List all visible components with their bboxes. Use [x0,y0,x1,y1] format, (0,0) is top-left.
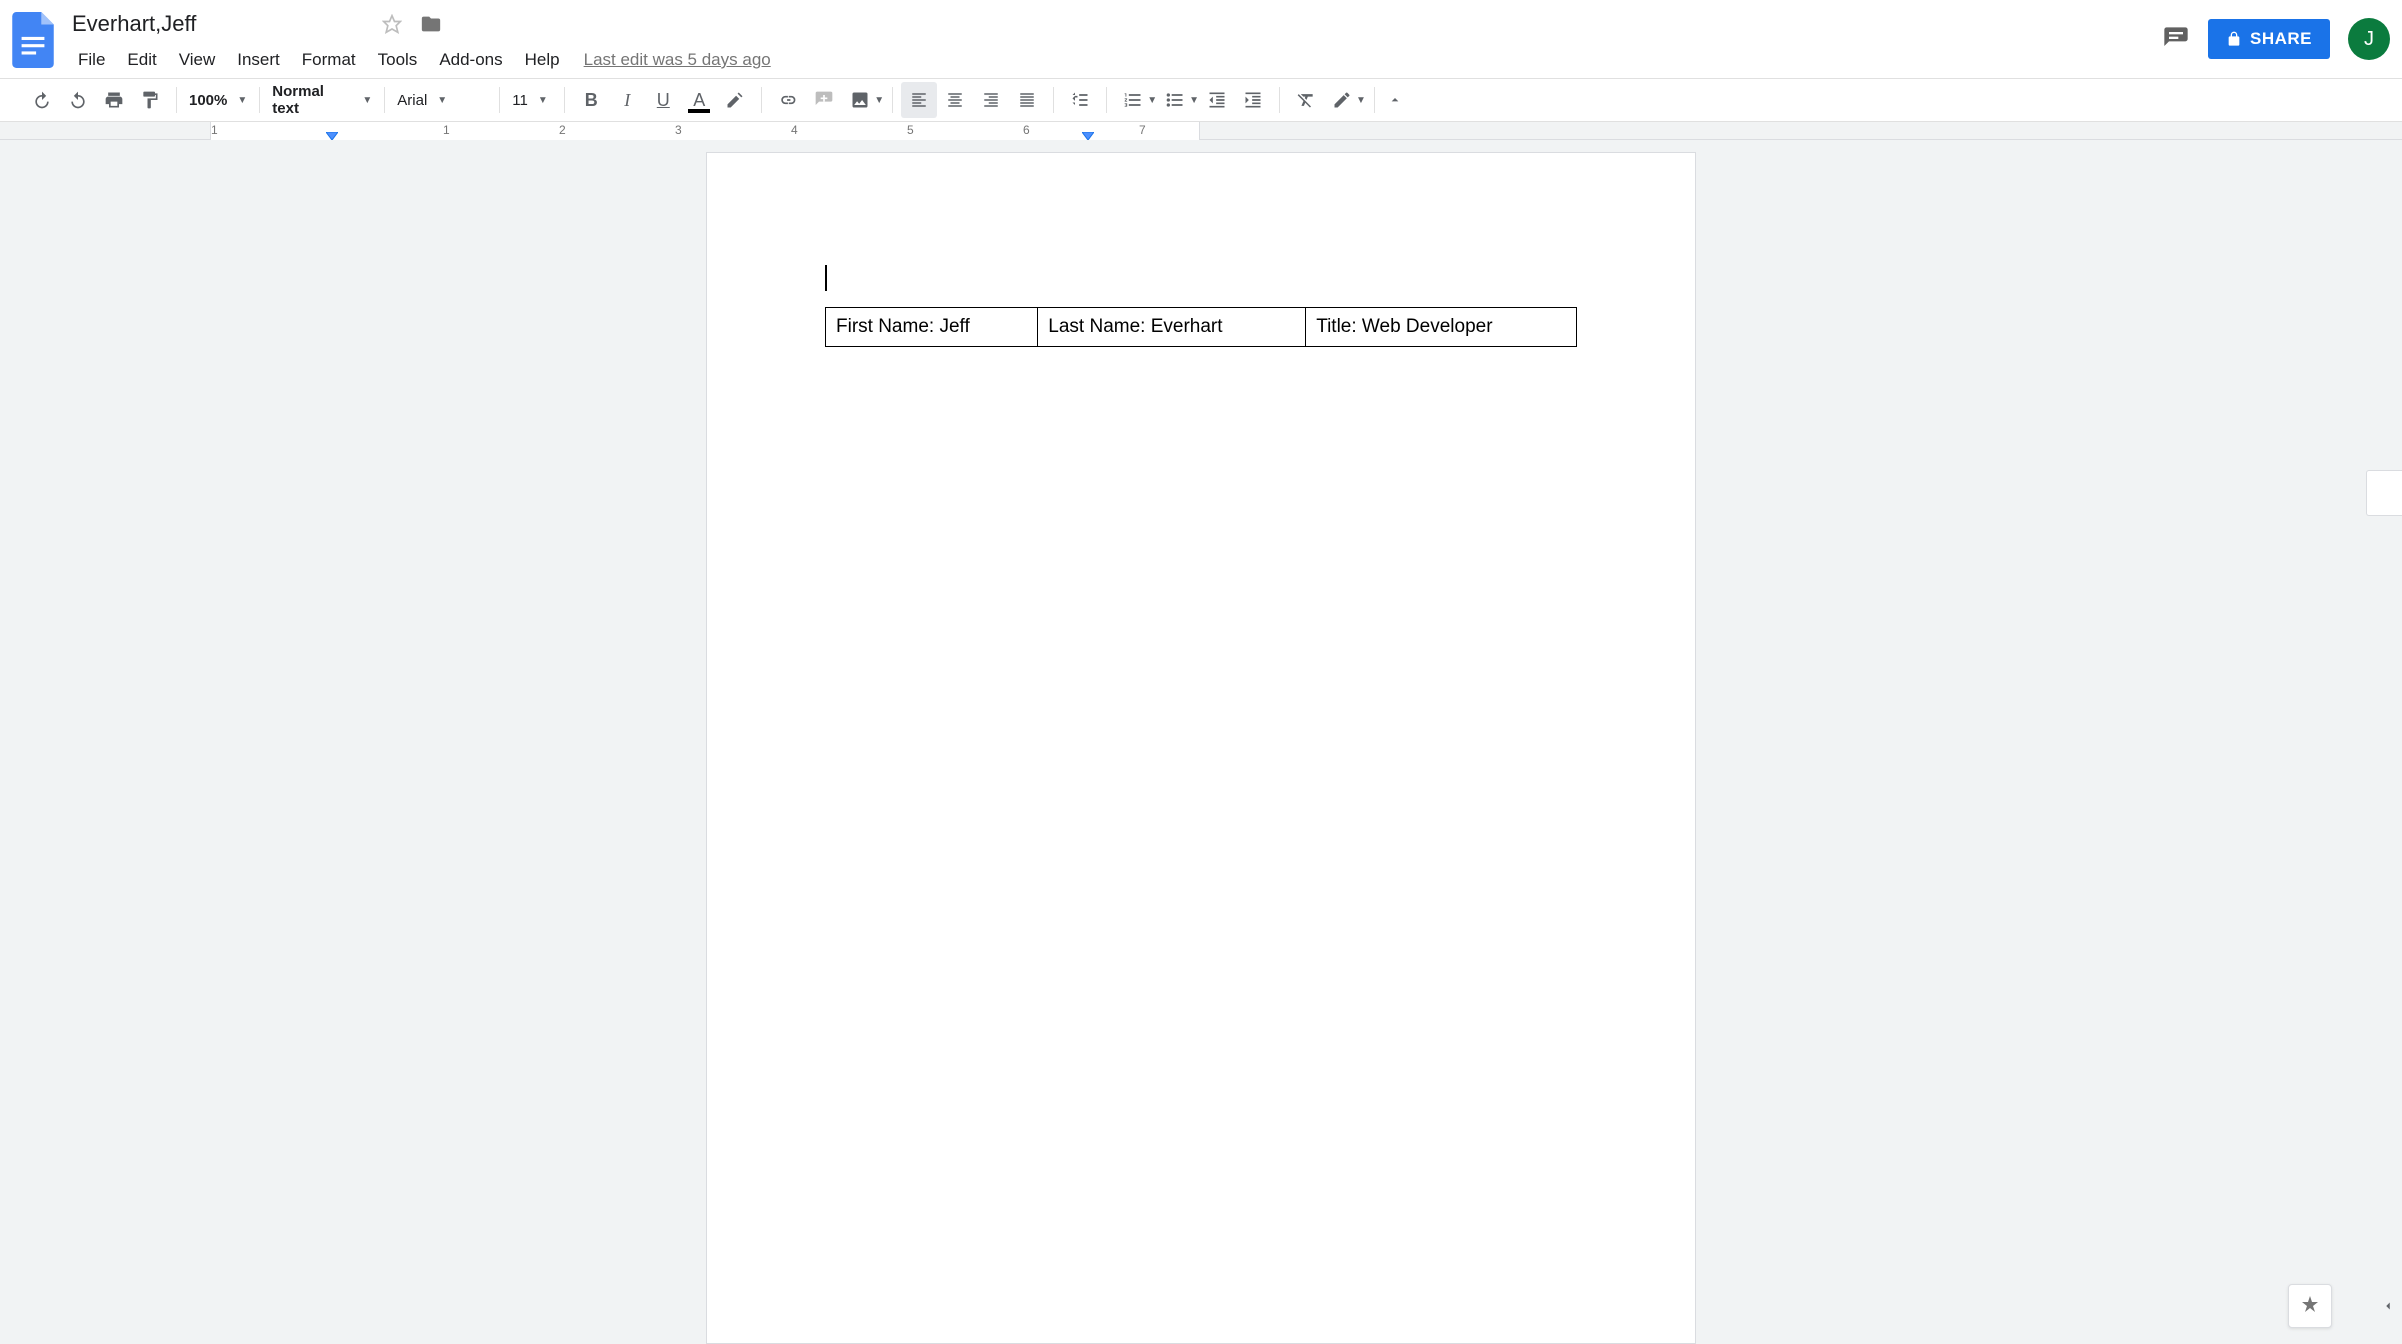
comment-button[interactable] [806,82,842,118]
document-title-input[interactable] [68,9,364,39]
share-label: SHARE [2250,29,2312,49]
highlight-button[interactable] [717,82,753,118]
paint-format-button[interactable] [132,82,168,118]
toolbar: 100% ▼ Normal text ▼ Arial ▼ 11 ▼ B I U … [0,78,2402,122]
collapse-toolbar-button[interactable] [1377,82,1413,118]
ruler-mark: 6 [1023,123,1030,137]
menu-edit[interactable]: Edit [117,45,166,75]
header: File Edit View Insert Format Tools Add-o… [0,0,2402,78]
style-value: Normal text [272,83,352,117]
table-cell[interactable]: Last Name: Everhart [1038,308,1306,347]
explore-button[interactable] [2288,1284,2332,1328]
text-color-button[interactable]: A [681,82,717,118]
avatar-initial: J [2364,28,2374,51]
font-size-value: 11 [512,92,528,109]
docs-logo[interactable] [12,12,54,68]
menu-view[interactable]: View [169,45,226,75]
bold-button[interactable]: B [573,82,609,118]
bulleted-list-button[interactable] [1157,82,1193,118]
underline-button[interactable]: U [645,82,681,118]
increase-indent-button[interactable] [1235,82,1271,118]
comments-icon[interactable] [2162,25,2190,53]
table-row[interactable]: First Name: Jeff Last Name: Everhart Tit… [826,308,1577,347]
table-cell[interactable]: First Name: Jeff [826,308,1038,347]
ruler-mark: 7 [1139,123,1146,137]
table-cell[interactable]: Title: Web Developer [1306,308,1577,347]
font-value: Arial [397,92,427,109]
share-button[interactable]: SHARE [2208,19,2330,59]
align-center-button[interactable] [937,82,973,118]
folder-icon[interactable] [420,13,442,35]
image-button[interactable] [842,82,878,118]
canvas[interactable]: First Name: Jeff Last Name: Everhart Tit… [0,140,2402,1344]
decrease-indent-button[interactable] [1199,82,1235,118]
redo-button[interactable] [60,82,96,118]
ruler[interactable]: 1 1 2 3 4 5 6 7 [0,122,2402,140]
menu-help[interactable]: Help [515,45,570,75]
chevron-down-icon[interactable]: ▼ [1189,95,1199,106]
print-button[interactable] [96,82,132,118]
last-edit-link[interactable]: Last edit was 5 days ago [584,50,771,70]
document-page[interactable]: First Name: Jeff Last Name: Everhart Tit… [706,152,1696,1344]
lock-icon [2226,31,2242,47]
menu-addons[interactable]: Add-ons [429,45,512,75]
italic-button[interactable]: I [609,82,645,118]
editing-mode-button[interactable] [1324,82,1360,118]
ruler-mark: 1 [443,123,450,137]
menu-format[interactable]: Format [292,45,366,75]
chevron-down-icon[interactable]: ▼ [1147,95,1157,106]
ruler-mark: 2 [559,123,566,137]
ruler-mark: 1 [211,123,218,137]
menu-bar: File Edit View Insert Format Tools Add-o… [68,44,2162,76]
ruler-mark: 3 [675,123,682,137]
chevron-down-icon: ▼ [237,95,247,106]
chevron-down-icon[interactable]: ▼ [1356,95,1366,106]
numbered-list-button[interactable] [1115,82,1151,118]
chevron-down-icon: ▼ [538,95,548,106]
font-size-select[interactable]: 11 ▼ [502,82,562,118]
star-icon[interactable] [382,14,402,34]
avatar[interactable]: J [2348,18,2390,60]
zoom-value: 100% [189,92,227,109]
side-tab[interactable] [2366,470,2402,516]
style-select[interactable]: Normal text ▼ [262,82,382,118]
document-table[interactable]: First Name: Jeff Last Name: Everhart Tit… [825,307,1577,347]
link-button[interactable] [770,82,806,118]
chevron-down-icon: ▼ [362,95,372,106]
text-cursor [825,265,827,291]
line-spacing-button[interactable] [1062,82,1098,118]
menu-insert[interactable]: Insert [227,45,290,75]
align-left-button[interactable] [901,82,937,118]
align-right-button[interactable] [973,82,1009,118]
side-panel-toggle[interactable] [2374,1288,2402,1324]
chevron-down-icon[interactable]: ▼ [874,95,884,106]
align-justify-button[interactable] [1009,82,1045,118]
menu-file[interactable]: File [68,45,115,75]
chevron-down-icon: ▼ [437,95,447,106]
ruler-mark: 5 [907,123,914,137]
menu-tools[interactable]: Tools [368,45,428,75]
zoom-select[interactable]: 100% ▼ [179,82,257,118]
undo-button[interactable] [24,82,60,118]
font-select[interactable]: Arial ▼ [387,82,497,118]
clear-format-button[interactable] [1288,82,1324,118]
ruler-mark: 4 [791,123,798,137]
